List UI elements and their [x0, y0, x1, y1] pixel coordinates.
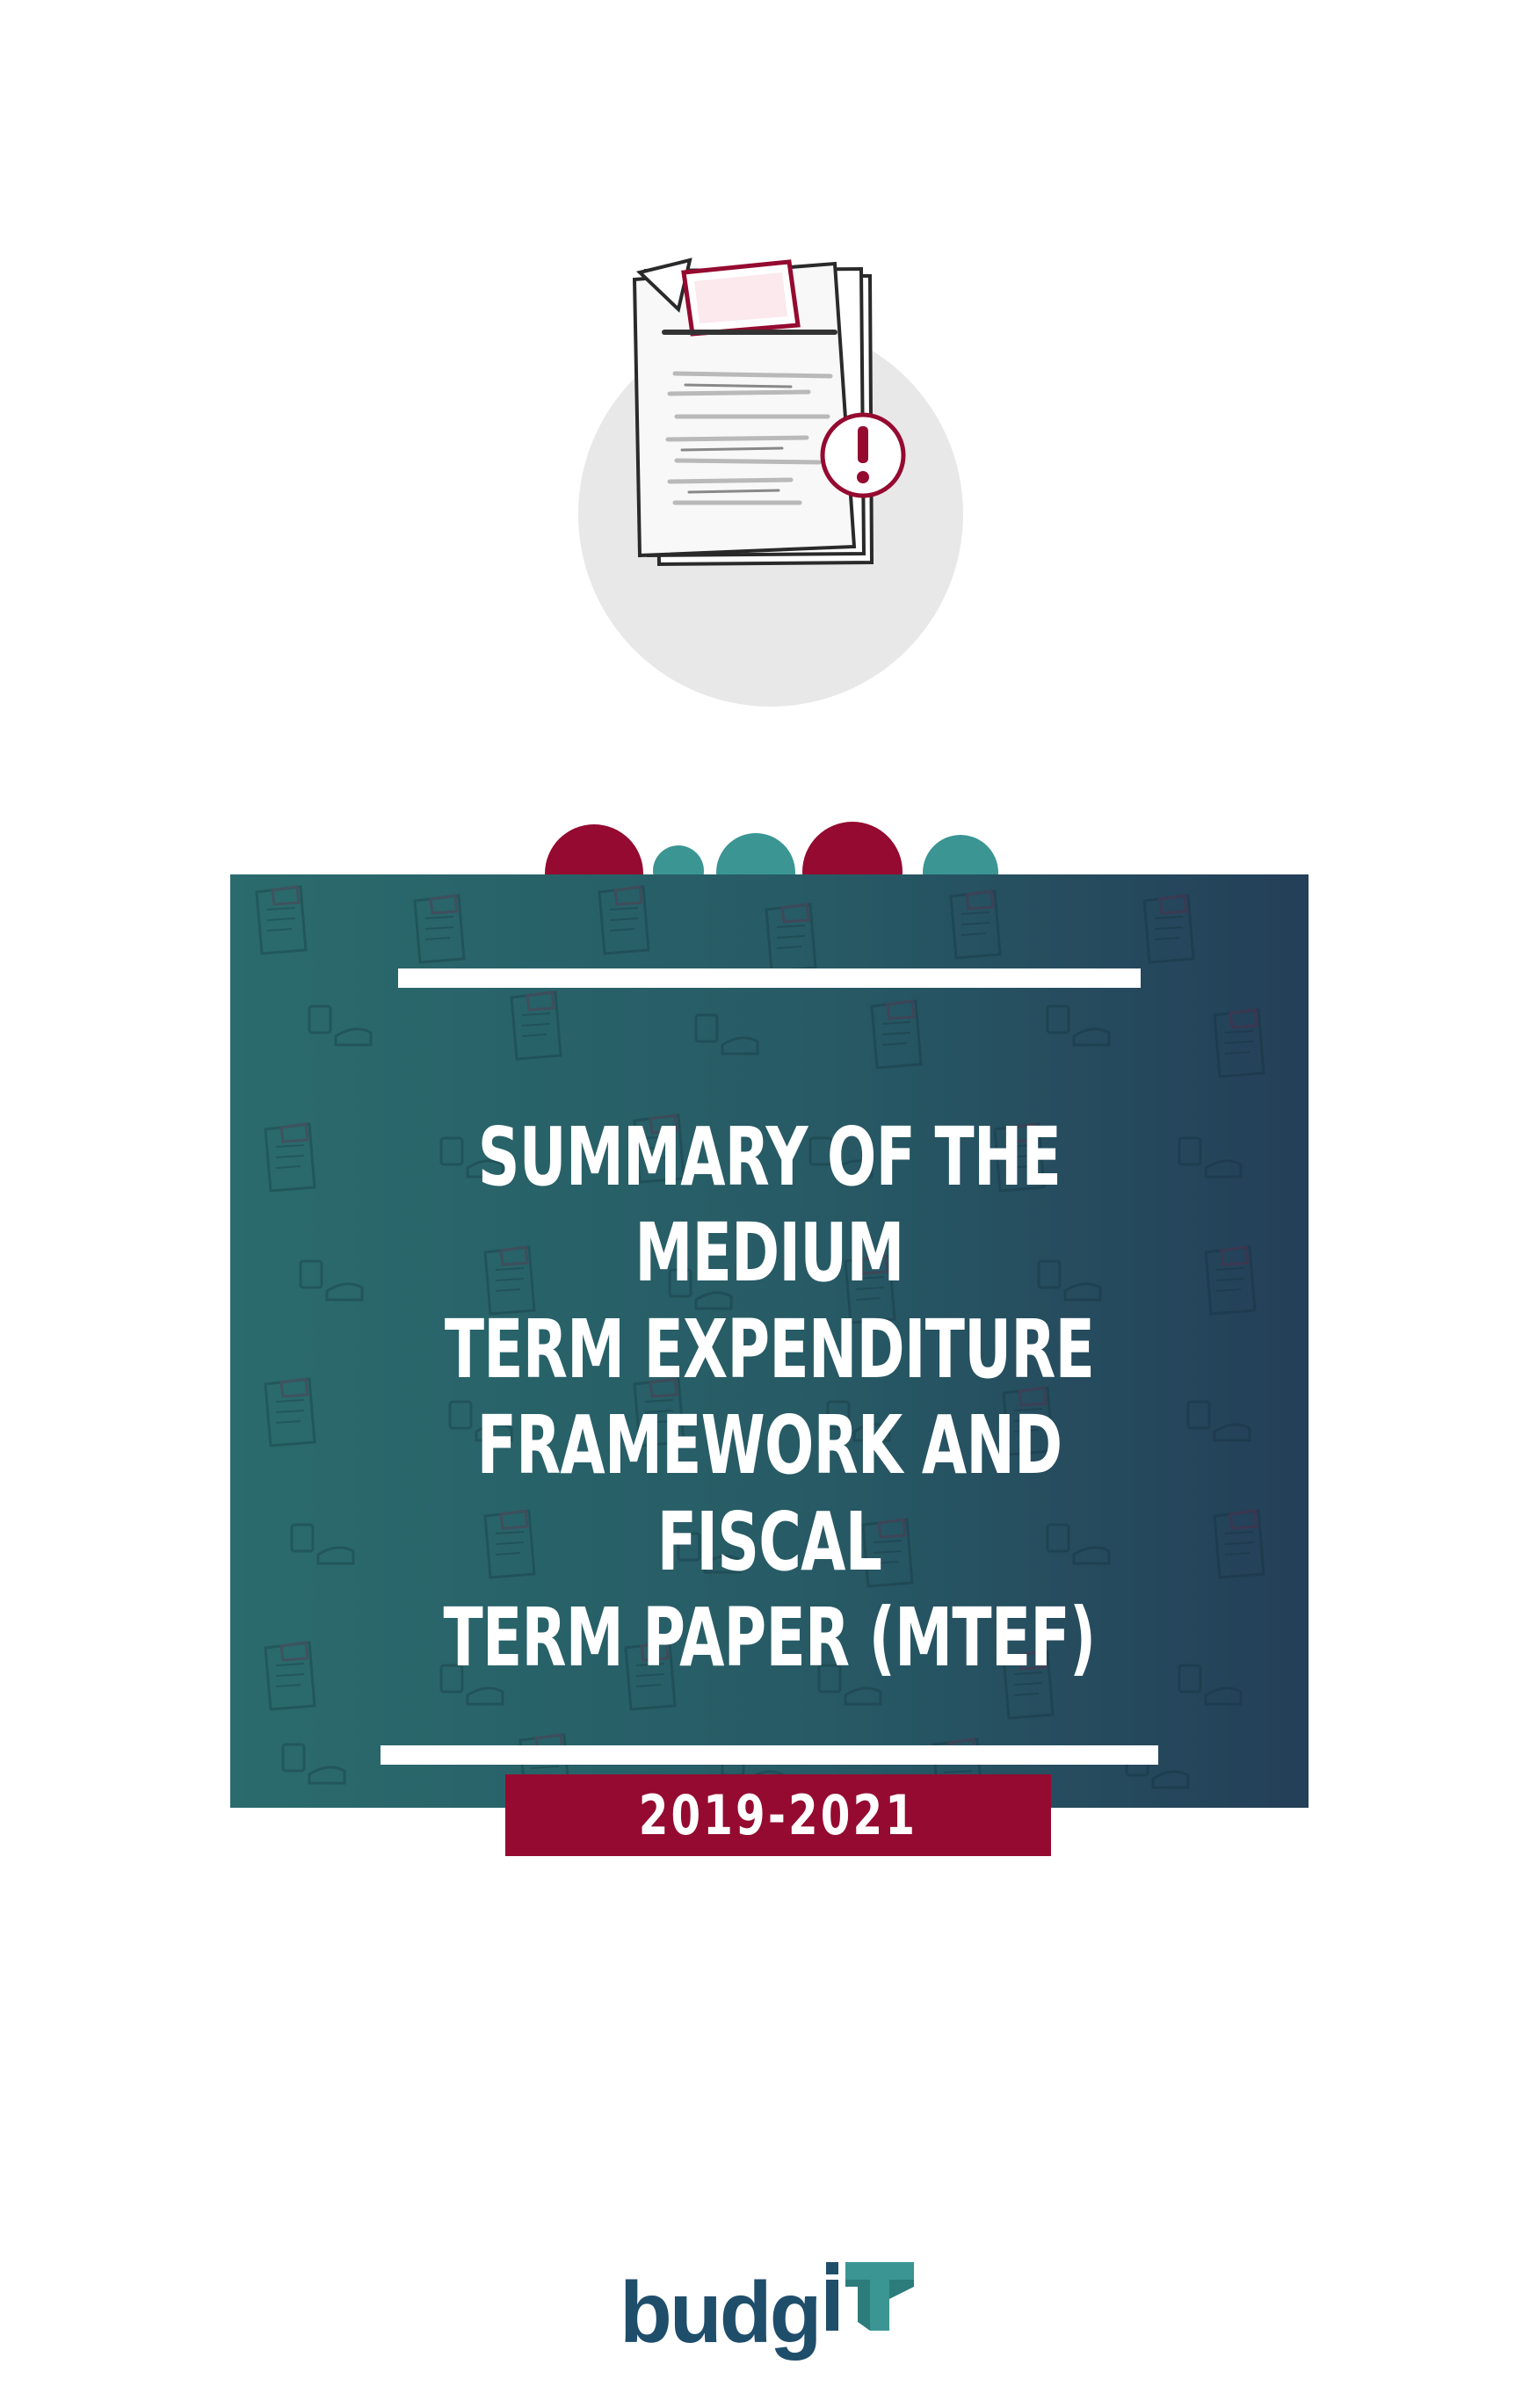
document-title: SUMMARY OF THE MEDIUM TERM EXPENDITURE F… — [443, 1110, 1097, 1686]
budgit-logo: budg — [620, 2259, 919, 2355]
logo-wordmark: budg — [620, 2264, 822, 2361]
title-rule-top — [398, 968, 1141, 988]
document-alert-icon — [632, 257, 906, 567]
year-range: 2019-2021 — [638, 1783, 918, 1847]
year-band: 2019-2021 — [505, 1774, 1051, 1856]
budgit-t-mark — [826, 2262, 915, 2331]
title-rule-bottom — [381, 1745, 1158, 1765]
hero-illustration — [571, 228, 967, 707]
